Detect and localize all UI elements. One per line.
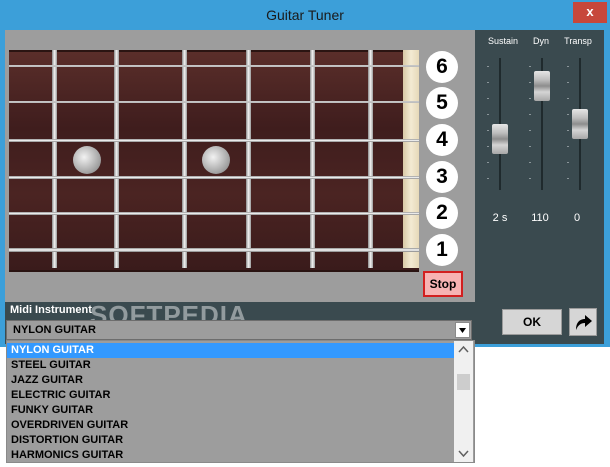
scroll-up-button[interactable] — [454, 341, 473, 358]
dyn-slider-thumb[interactable] — [534, 71, 550, 102]
sustain-slider-thumb[interactable] — [492, 124, 508, 155]
slider-tick — [567, 82, 569, 83]
fret — [114, 50, 119, 268]
midi-instrument-select[interactable]: NYLON GUITAR — [6, 320, 472, 340]
transp-label: Transp — [564, 36, 592, 46]
slider-tick — [487, 130, 489, 131]
list-item[interactable]: HARMONICS GUITAR — [7, 448, 454, 462]
guitar-string-1 — [9, 248, 419, 252]
chevron-down-icon — [459, 328, 466, 333]
slider-tick — [487, 98, 489, 99]
list-item[interactable]: DISTORTION GUITAR — [7, 433, 454, 448]
slider-tick — [529, 130, 531, 131]
guitar-tuner-window: Guitar Tuner x 6 5 4 3 2 1 Stop Sustain … — [0, 0, 610, 463]
guitar-string-6 — [9, 65, 419, 67]
chevron-up-icon — [458, 345, 469, 353]
dyn-value: 110 — [531, 212, 549, 224]
dyn-label: Dyn — [532, 36, 549, 46]
slider-tick — [567, 178, 569, 179]
arrow-up-right-icon — [576, 315, 592, 330]
string-2-button[interactable]: 2 — [426, 197, 458, 229]
slider-tick — [487, 114, 489, 115]
string-6-button[interactable]: 6 — [426, 51, 458, 83]
window-title: Guitar Tuner — [266, 7, 344, 23]
fret-inlay-dot — [202, 146, 230, 174]
midi-instrument-selected: NYLON GUITAR — [13, 324, 96, 336]
fret — [246, 50, 251, 268]
list-item[interactable]: STEEL GUITAR — [7, 358, 454, 373]
slider-tick — [487, 82, 489, 83]
chevron-down-icon — [458, 450, 469, 458]
guitar-string-5 — [9, 101, 419, 103]
list-item[interactable]: NYLON GUITAR — [7, 343, 454, 358]
string-5-button[interactable]: 5 — [426, 87, 458, 119]
transp-slider-thumb[interactable] — [572, 109, 588, 139]
list-item[interactable]: FUNKY GUITAR — [7, 403, 454, 418]
close-button[interactable]: x — [573, 2, 607, 23]
fret — [52, 50, 57, 268]
transp-value: 0 — [573, 212, 581, 224]
dropdown-arrow-button[interactable] — [455, 322, 470, 338]
slider-tick — [487, 178, 489, 179]
guitar-nut — [403, 50, 419, 268]
midi-instrument-label: Midi Instrument — [10, 304, 92, 316]
guitar-string-4 — [9, 139, 419, 142]
fret — [182, 50, 187, 268]
list-scrollbar[interactable] — [454, 341, 473, 462]
ok-button[interactable]: OK — [502, 309, 562, 335]
slider-tick — [567, 114, 569, 115]
slider-tick — [529, 114, 531, 115]
slider-tick — [529, 178, 531, 179]
string-3-button[interactable]: 3 — [426, 161, 458, 193]
midi-instrument-list[interactable]: NYLON GUITAR STEEL GUITAR JAZZ GUITAR EL… — [6, 340, 475, 463]
slider-tick — [567, 162, 569, 163]
slider-tick — [529, 66, 531, 67]
stop-button[interactable]: Stop — [423, 271, 463, 297]
slider-tick — [487, 162, 489, 163]
slider-tick — [567, 98, 569, 99]
sustain-value: 2 s — [492, 212, 508, 224]
fret-inlay-dot — [73, 146, 101, 174]
fret — [310, 50, 315, 268]
slider-tick — [567, 66, 569, 67]
slider-tick — [529, 98, 531, 99]
slider-tick — [529, 146, 531, 147]
slider-tick — [529, 82, 531, 83]
slider-tick — [487, 66, 489, 67]
list-item[interactable]: ELECTRIC GUITAR — [7, 388, 454, 403]
slider-tick — [567, 146, 569, 147]
slider-tick — [529, 162, 531, 163]
share-button[interactable] — [569, 308, 597, 336]
guitar-string-2 — [9, 212, 419, 215]
window-border-right — [604, 30, 610, 347]
slider-tick — [487, 146, 489, 147]
string-4-button[interactable]: 4 — [426, 124, 458, 156]
scrollbar-thumb[interactable] — [457, 374, 470, 390]
scroll-down-button[interactable] — [454, 445, 473, 462]
string-1-button[interactable]: 1 — [426, 234, 458, 266]
sustain-label: Sustain — [487, 36, 519, 46]
slider-tick — [567, 130, 569, 131]
list-item[interactable]: JAZZ GUITAR — [7, 373, 454, 388]
fret — [368, 50, 373, 268]
guitar-string-3 — [9, 176, 419, 179]
list-item[interactable]: OVERDRIVEN GUITAR — [7, 418, 454, 433]
